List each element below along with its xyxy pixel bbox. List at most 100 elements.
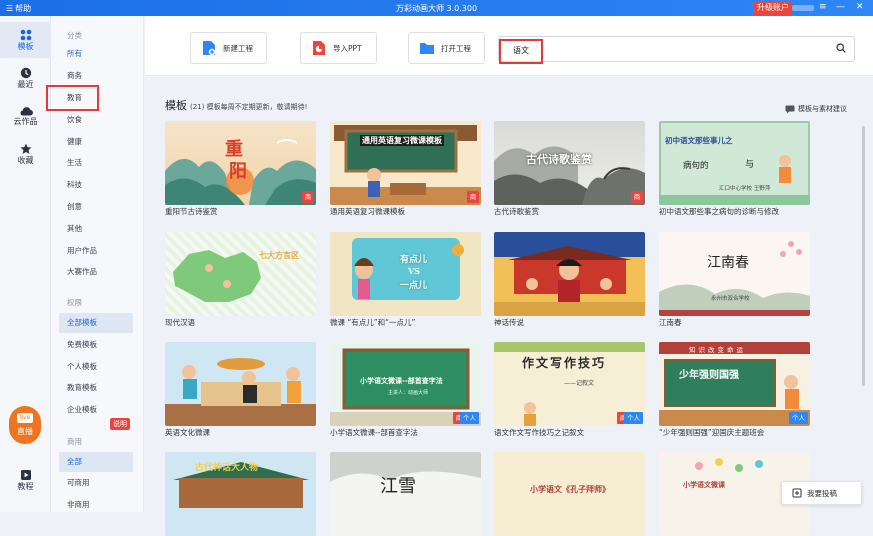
template-card[interactable]: 英语文化微课 (165, 342, 316, 440)
new-project-button[interactable]: 新建工程 (190, 32, 267, 64)
nav-cloud-label: 云作品 (13, 116, 38, 126)
category-item[interactable]: 大赛作品 (59, 262, 133, 282)
thumb-text: 小学语文微课 (683, 481, 725, 489)
category-item[interactable]: 其他 (59, 219, 133, 239)
commercial-header: 商用 (67, 437, 82, 446)
suggestion-link[interactable]: 模板与素材建议 (785, 104, 847, 114)
user-name[interactable] (792, 5, 814, 11)
apps-icon (20, 29, 31, 40)
import-ppt-button[interactable]: 导入PPT (300, 32, 377, 64)
comment-icon (785, 105, 795, 113)
category-item[interactable]: 商务 (59, 66, 133, 86)
nav-tutorial[interactable]: 教程 (0, 462, 51, 498)
thumb-text: 七大方言区 (259, 251, 299, 260)
submit-button[interactable]: 我要投稿 (781, 481, 862, 505)
permission-item[interactable]: 企业模板 (59, 400, 133, 420)
templates-title: 模板 (165, 99, 187, 112)
category-header: 分类 (67, 31, 82, 40)
template-card[interactable]: 江南春 永州市双合学校 江南春 (659, 232, 810, 330)
explain-badge[interactable]: 说明 (110, 418, 130, 430)
template-thumbnail (165, 342, 316, 426)
open-project-button[interactable]: 打开工程 (408, 32, 485, 64)
thumb-text: 少年强则国强 (679, 370, 739, 381)
category-item[interactable]: 饮食 (59, 110, 133, 130)
category-item[interactable]: 用户作品 (59, 241, 133, 261)
highlight-box (499, 39, 543, 64)
live-label: 直播 (17, 427, 33, 436)
category-item[interactable]: 生活 (59, 153, 133, 173)
category-item[interactable]: 所有 (59, 44, 133, 64)
commercial-item[interactable]: 全部 (59, 452, 133, 472)
template-card[interactable]: 神话传说 (494, 232, 645, 330)
template-card[interactable]: 重 阳 商 重阳节古诗鉴赏 (165, 121, 316, 219)
search-icon[interactable] (836, 43, 846, 55)
template-card[interactable]: 作文写作技巧 ——记叙文 商 个人 语文作文写作技巧之记叙文 (494, 342, 645, 440)
category-item[interactable]: 创意 (59, 197, 133, 217)
template-thumbnail: 古代诗歌鉴赏 商 (494, 121, 645, 205)
thumb-text: 一点儿 (400, 281, 428, 291)
star-icon (20, 143, 31, 154)
permission-item[interactable]: 全部模板 (59, 313, 133, 333)
template-card[interactable]: 小学语文微课--部首查字法 主讲人：动画大师 商 个人 小学语文微课--部首查字… (330, 342, 481, 440)
nav-recent[interactable]: 最近 (0, 60, 51, 96)
scrollbar[interactable] (862, 126, 865, 386)
live-icon: live (17, 413, 33, 423)
template-thumbnail (494, 232, 645, 316)
template-card[interactable]: 小学语文《孔子拜师》 (494, 452, 645, 536)
personal-badge: 个人 (789, 412, 808, 424)
permission-item[interactable]: 个人模板 (59, 357, 133, 377)
template-title: 神话传说 (494, 318, 524, 327)
template-title: 江南春 (659, 318, 682, 327)
commercial-item[interactable]: 可商用 (59, 473, 133, 493)
templates-note: (21) 模板每周不定期更新，敬请期待! (190, 103, 308, 111)
new-file-icon (201, 40, 217, 56)
template-thumbnail: 小学语文《孔子拜师》 (494, 452, 645, 536)
thumb-text: 小学语文微课--部首查字法 (360, 377, 443, 385)
clock-icon (20, 67, 31, 78)
search-input[interactable]: 语文 (498, 36, 855, 62)
template-card[interactable]: 知识改变命运 少年强则国强 个人 “少年强则国强”迎国庆主题班会 (659, 342, 810, 440)
ppt-icon (311, 40, 327, 56)
permission-header: 权限 (67, 298, 82, 307)
thumb-text: 江南春 (707, 255, 749, 271)
thumb-text: 与 (745, 160, 755, 170)
template-card[interactable]: 七大方言区 现代汉语 (165, 232, 316, 330)
template-card[interactable]: 江雪 (330, 452, 481, 536)
template-thumbnail: 知识改变命运 少年强则国强 个人 (659, 342, 810, 426)
template-card[interactable]: 古代诗歌鉴赏 商 古代诗歌鉴赏 (494, 121, 645, 219)
upgrade-button[interactable]: 升级账户 (754, 1, 792, 15)
template-card[interactable]: 有点儿 VS 一点儿 微课 “有点儿”和“一点儿” (330, 232, 481, 330)
nav-favorites[interactable]: 收藏 (0, 136, 51, 172)
commercial-item[interactable]: 非商用 (59, 495, 133, 515)
thumb-text: 主讲人：动画大师 (388, 390, 429, 396)
nav-recent-label: 最近 (17, 79, 34, 89)
menu-icon[interactable]: ≡ (819, 2, 827, 12)
close-icon[interactable]: ✕ (856, 2, 864, 12)
thumb-text: 初中语文那些事儿之 (665, 136, 733, 145)
template-card[interactable]: 初中语文那些事儿之 病句的 与 汇口中心学校 王野萍 初中语文那些事之病句的诊断… (659, 121, 810, 219)
main-nav: 模板 最近 云作品 收藏 live 直播 教程 (0, 16, 51, 512)
new-project-label: 新建工程 (223, 43, 253, 53)
thumb-text: 作文写作技巧 (522, 356, 607, 370)
template-title: 现代汉语 (165, 318, 195, 327)
nav-cloud[interactable]: 云作品 (0, 98, 51, 134)
thumb-text: 病句的 (683, 161, 709, 171)
upload-icon (792, 488, 802, 498)
personal-badge: 个人 (460, 412, 479, 424)
permission-item[interactable]: 免费模板 (59, 335, 133, 355)
category-item[interactable]: 科技 (59, 175, 133, 195)
live-button[interactable]: live 直播 (9, 406, 41, 444)
nav-templates[interactable]: 模板 (0, 22, 51, 58)
template-thumbnail: 江南春 永州市双合学校 (659, 232, 810, 316)
category-item[interactable]: 健康 (59, 132, 133, 152)
minimize-icon[interactable]: — (836, 2, 845, 12)
permission-item[interactable]: 教育模板 (59, 378, 133, 398)
template-title: 通用英语复习微课模板 (330, 207, 405, 216)
template-card[interactable]: 通用英语复习微课模板 商 通用英语复习微课模板 (330, 121, 481, 219)
template-card[interactable]: 古代神话大人物 (165, 452, 316, 536)
thumb-text: 汇口中心学校 王野萍 (719, 186, 771, 192)
thumb-text: 小学语文《孔子拜师》 (530, 485, 610, 494)
app-title: 万彩动画大师 3.0.300 (395, 4, 478, 13)
template-title: 微课 “有点儿”和“一点儿” (330, 318, 416, 327)
thumb-text: 江雪 (380, 476, 416, 497)
